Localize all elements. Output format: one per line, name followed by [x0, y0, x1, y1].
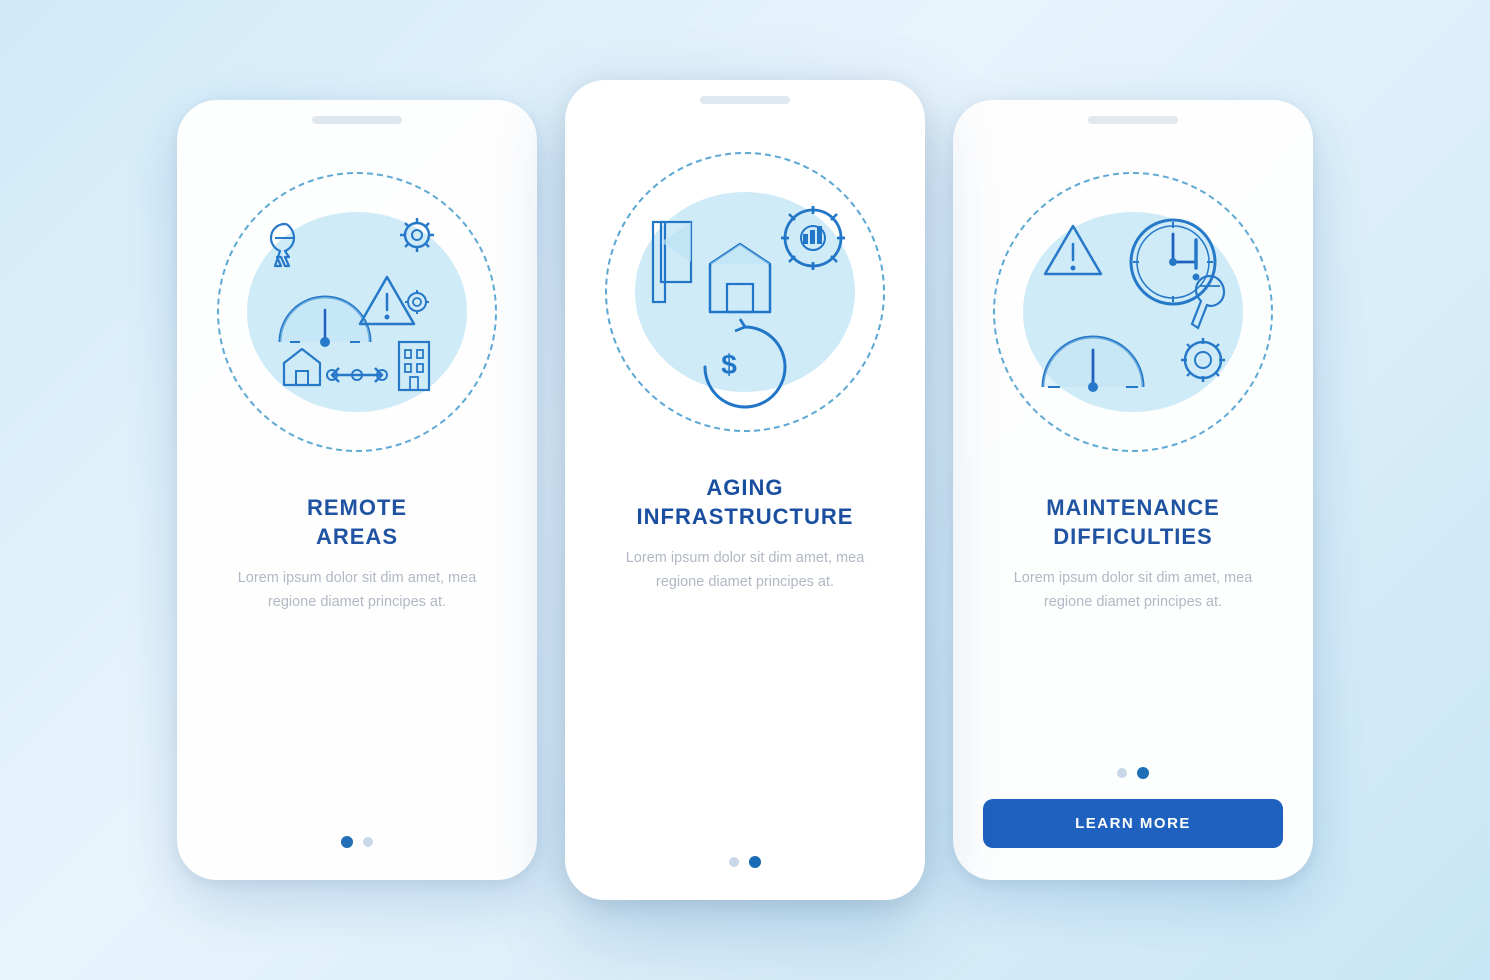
dot-active: [749, 856, 761, 868]
phone-body-remote: Lorem ipsum dolor sit dim amet, mea regi…: [177, 567, 537, 615]
phone-title-remote: REMOTE AREAS: [283, 494, 431, 551]
phone-notch: [1088, 116, 1178, 124]
phone-notch: [700, 96, 790, 104]
phone-body-aging: Lorem ipsum dolor sit dim amet, mea regi…: [565, 547, 925, 595]
phone-body-maintenance: Lorem ipsum dolor sit dim amet, mea regi…: [953, 567, 1313, 615]
phone-title-maintenance: MAINTENANCE DIFFICULTIES: [1022, 494, 1244, 551]
phones-container: REMOTE AREAS Lorem ipsum dolor sit dim a…: [177, 80, 1313, 900]
learn-more-button[interactable]: LEARN MORE: [983, 799, 1283, 848]
dot-active: [341, 836, 353, 848]
icon-area-remote: [177, 142, 537, 482]
dots-row-remote: [341, 816, 373, 848]
maintenance-icon: [1013, 192, 1253, 432]
phone-remote-areas: REMOTE AREAS Lorem ipsum dolor sit dim a…: [177, 100, 537, 880]
phone-aging-infrastructure: $ AGING INFRASTRUCTURE Lorem ipsum dolor…: [565, 80, 925, 900]
aging-infrastructure-icon: $: [625, 172, 865, 412]
icon-area-aging: $: [565, 122, 925, 462]
phone-maintenance: MAINTENANCE DIFFICULTIES Lorem ipsum dol…: [953, 100, 1313, 880]
icon-area-maintenance: [953, 142, 1313, 482]
dot-active-2: [1137, 767, 1149, 779]
dot-inactive: [729, 857, 739, 867]
phone-notch: [312, 116, 402, 124]
remote-areas-icon: [237, 192, 477, 432]
svg-text:$: $: [721, 349, 737, 380]
phone-title-aging: AGING INFRASTRUCTURE: [613, 474, 878, 531]
dots-row-aging: [729, 836, 761, 868]
dots-row-maintenance: [1117, 747, 1149, 779]
dot-inactive: [363, 837, 373, 847]
dot-inactive-1: [1117, 768, 1127, 778]
